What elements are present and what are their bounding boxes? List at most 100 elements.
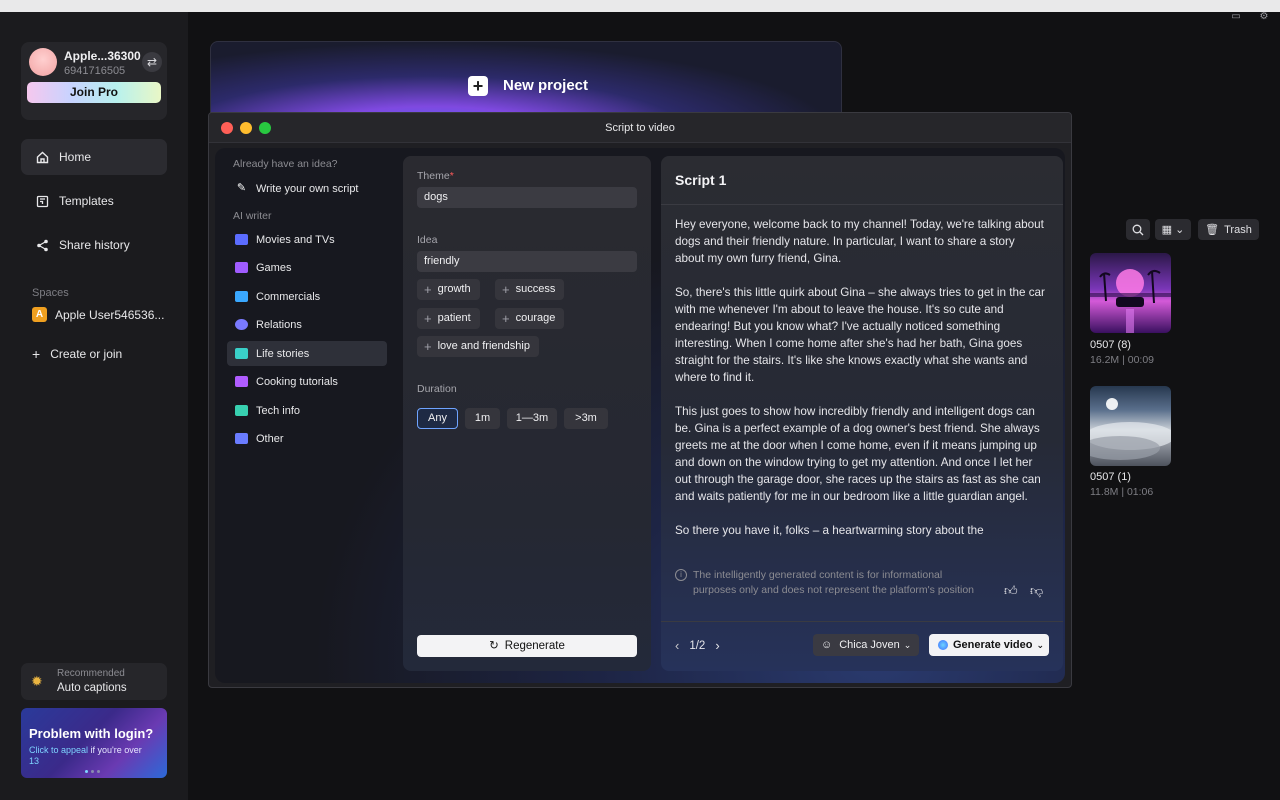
ai-item-commercials[interactable]: Commercials [227, 284, 387, 309]
view-toggle-button[interactable]: ▦ ⌄ [1155, 219, 1191, 240]
media-title: 0507 (1) [1090, 471, 1131, 483]
duration-option-1m[interactable]: 1m [465, 408, 500, 429]
duration-option-1-3m[interactable]: 1—3m [507, 408, 557, 429]
chevron-right-icon[interactable]: › [715, 638, 719, 653]
media-meta: 11.8M | 01:06 [1090, 486, 1154, 498]
login-help-banner[interactable]: Problem with login? Click to appeal if y… [21, 708, 167, 778]
write-own-script-label: Write your own script [256, 182, 359, 195]
ai-item-relations[interactable]: Relations [227, 312, 387, 337]
script-pager: ‹ 1/2 › [675, 638, 720, 653]
ai-item-label: Games [256, 261, 292, 274]
grid-view-icon: ▦ ⌄ [1161, 224, 1185, 236]
carousel-dots[interactable] [85, 770, 100, 773]
nav-home[interactable]: Home [21, 139, 167, 175]
thumbs-down-icon[interactable]: 👎︎ [1030, 583, 1043, 599]
title-bar [0, 0, 1280, 12]
search-button[interactable] [1126, 219, 1150, 240]
trash-label: Trash [1224, 223, 1252, 236]
theme-input[interactable]: dogs [417, 187, 637, 208]
idea-input[interactable]: friendly [417, 251, 637, 272]
thumbs-up-icon[interactable]: 👍︎ [1004, 583, 1018, 599]
ai-item-label: Commercials [256, 290, 321, 303]
ai-item-life-stories[interactable]: Life stories [227, 341, 387, 366]
idea-tag[interactable]: + love and friendship [417, 336, 539, 357]
recommended-card[interactable]: ✹ Recommended Auto captions [21, 663, 167, 700]
dialog-title: Script to video [209, 113, 1071, 143]
promo-line2: if you're over [88, 745, 142, 755]
join-pro-button[interactable]: Join Pro [27, 82, 161, 103]
script-text[interactable]: Hey everyone, welcome back to my channel… [675, 216, 1045, 556]
spaces-label: Spaces [32, 287, 69, 299]
trash-button[interactable]: 🗑 Trash [1198, 219, 1259, 240]
new-project-label: New project [503, 77, 589, 94]
goblet-icon [235, 376, 248, 387]
ai-item-other[interactable]: Other [227, 426, 387, 451]
refresh-icon: ↻ [489, 640, 499, 652]
trash-icon: 🗑 [1205, 224, 1220, 236]
account-name: Apple...36300 [64, 49, 141, 63]
duration-option-3m-plus[interactable]: >3m [564, 408, 608, 429]
space-item[interactable]: A Apple User546536... [32, 307, 164, 322]
space-badge: A [32, 307, 47, 322]
generate-video-button[interactable]: Generate video ⌄ [929, 634, 1049, 656]
ai-item-label: Life stories [256, 347, 310, 360]
ai-item-label: Tech info [256, 404, 301, 417]
switch-account-icon[interactable]: ⇄ [142, 52, 162, 72]
info-icon: i [675, 569, 687, 581]
ai-item-games[interactable]: Games [227, 255, 387, 280]
plus-icon: + [502, 311, 510, 326]
plus-icon: + [468, 76, 488, 96]
nav-share-history[interactable]: Share history [21, 227, 167, 263]
promo-title: Problem with login? [29, 726, 154, 741]
duration-label: Duration [417, 383, 457, 395]
ai-item-tech[interactable]: Tech info [227, 398, 387, 423]
ai-item-label: Cooking tutorials [256, 375, 338, 388]
appeal-link[interactable]: Click to appeal [29, 745, 88, 755]
feedback-icon[interactable]: ▭ [1230, 12, 1242, 22]
recommended-label: Recommended [57, 668, 125, 679]
plus-icon: + [32, 346, 41, 362]
idea-tag[interactable]: + growth [417, 279, 480, 300]
idea-heading: Already have an idea? [233, 158, 338, 170]
nav-templates[interactable]: Templates [21, 183, 167, 219]
page-indicator: 1/2 [689, 639, 706, 652]
avatar[interactable] [29, 48, 57, 76]
close-window-icon[interactable] [221, 122, 233, 134]
minimize-window-icon[interactable] [240, 122, 252, 134]
script-paragraph: So, there's this little quirk about Gina… [675, 286, 1045, 384]
theme-label: Theme* [417, 170, 454, 182]
new-project-banner[interactable]: + New project [210, 41, 842, 121]
maximize-window-icon[interactable] [259, 122, 271, 134]
ai-item-label: Relations [256, 318, 302, 331]
media-meta: 16.2M | 00:09 [1090, 354, 1155, 366]
gamepad-icon [235, 262, 248, 273]
idea-tag[interactable]: + success [495, 279, 565, 300]
script-panel: Script 1 Hey everyone, welcome back to m… [661, 156, 1063, 671]
ai-writer-heading: AI writer [233, 210, 272, 222]
settings-icon[interactable]: ⚙ [1258, 12, 1270, 22]
voice-icon: ☺︎ [821, 639, 833, 651]
chevron-left-icon[interactable]: ‹ [675, 638, 679, 653]
script-settings-panel: Theme* dogs Idea friendly + growth + succe… [403, 156, 651, 671]
pencil-icon: ✎ [236, 182, 247, 194]
write-own-script-item[interactable]: ✎ Write your own script [227, 176, 387, 201]
ai-item-cooking[interactable]: Cooking tutorials [227, 369, 387, 394]
promo-text: Click to appeal if you're over 13 [29, 745, 159, 767]
divider [661, 204, 1063, 205]
space-name: Apple User546536... [55, 307, 165, 322]
rocket-icon [235, 405, 248, 416]
duration-option-any[interactable]: Any [417, 408, 458, 429]
idea-tag[interactable]: + patient [417, 308, 480, 329]
idea-tag[interactable]: + courage [495, 308, 565, 329]
divider [661, 621, 1063, 622]
script-to-video-dialog: Script to video Already have an idea? ✎ … [208, 112, 1072, 688]
ai-item-movies[interactable]: Movies and TVs [227, 227, 387, 252]
create-or-join-button[interactable]: + Create or join [32, 346, 122, 362]
billboard-icon [235, 291, 248, 302]
voice-select[interactable]: ☺︎ Chica Joven ⌄ [813, 634, 919, 656]
media-thumbnail[interactable] [1090, 386, 1171, 466]
ai-item-label: Movies and TVs [256, 233, 335, 246]
media-thumbnail[interactable] [1090, 253, 1171, 333]
script-source-list: Already have an idea? ✎ Write your own s… [215, 148, 395, 683]
regenerate-button[interactable]: ↻ Regenerate [417, 635, 637, 657]
